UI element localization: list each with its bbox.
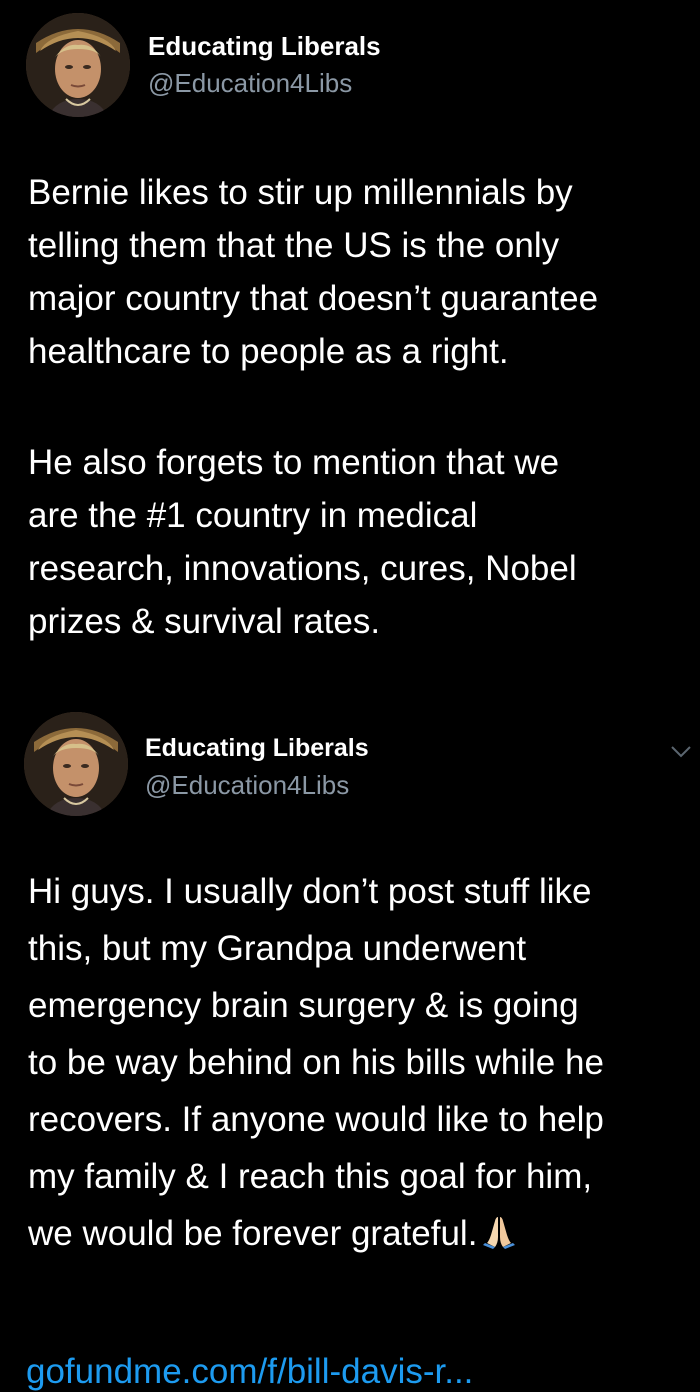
chevron-down-icon[interactable] [670,745,692,759]
tweet-text-line: research, innovations, cures, Nobel [28,549,577,588]
author-name[interactable]: Educating Liberals [148,31,381,62]
author-handle[interactable]: @Education4Libs [148,68,352,99]
tweet-text-line: telling them that the US is the only [28,226,560,265]
folded-hands-icon [483,1217,516,1249]
tweet-text-line: are the #1 country in medical [28,496,478,535]
avatar-photo-icon[interactable] [26,13,130,117]
tweet-paragraph: He also forgets to mention that we are t… [28,436,700,648]
tweet-text-line: we would be forever grateful. [28,1214,478,1253]
tweet-text-line: emergency brain surgery & is going [28,986,579,1025]
tweet-paragraph: Hi guys. I usually don’t post stuff like… [28,863,700,1262]
tweet-text-line: major country that doesn’t guarantee [28,279,599,318]
tweet-text-line: to be way behind on his bills while he [28,1043,604,1082]
tweet-paragraph: Bernie likes to stir up millennials by t… [28,166,700,378]
author-name[interactable]: Educating Liberals [145,734,369,763]
author-handle[interactable]: @Education4Libs [145,770,349,801]
tweet-text-line: prizes & survival rates. [28,602,381,641]
tweet-text-line-with-emoji: we would be forever grateful. [28,1205,700,1262]
tweet-text-line: my family & I reach this goal for him, [28,1157,593,1196]
tweet-text-line: Bernie likes to stir up millennials by [28,173,573,212]
tweet-text-line: Hi guys. I usually don’t post stuff like [28,872,592,911]
tweet-text-line: healthcare to people as a right. [28,332,509,371]
tweet-text-line: this, but my Grandpa underwent [28,929,527,968]
avatar-photo-icon[interactable] [24,712,128,816]
tweet-text-line: recovers. If anyone would like to help [28,1100,604,1139]
gofundme-link[interactable]: gofundme.com/f/bill-davis-r... [26,1352,473,1392]
tweet-text-line: He also forgets to mention that we [28,443,560,482]
